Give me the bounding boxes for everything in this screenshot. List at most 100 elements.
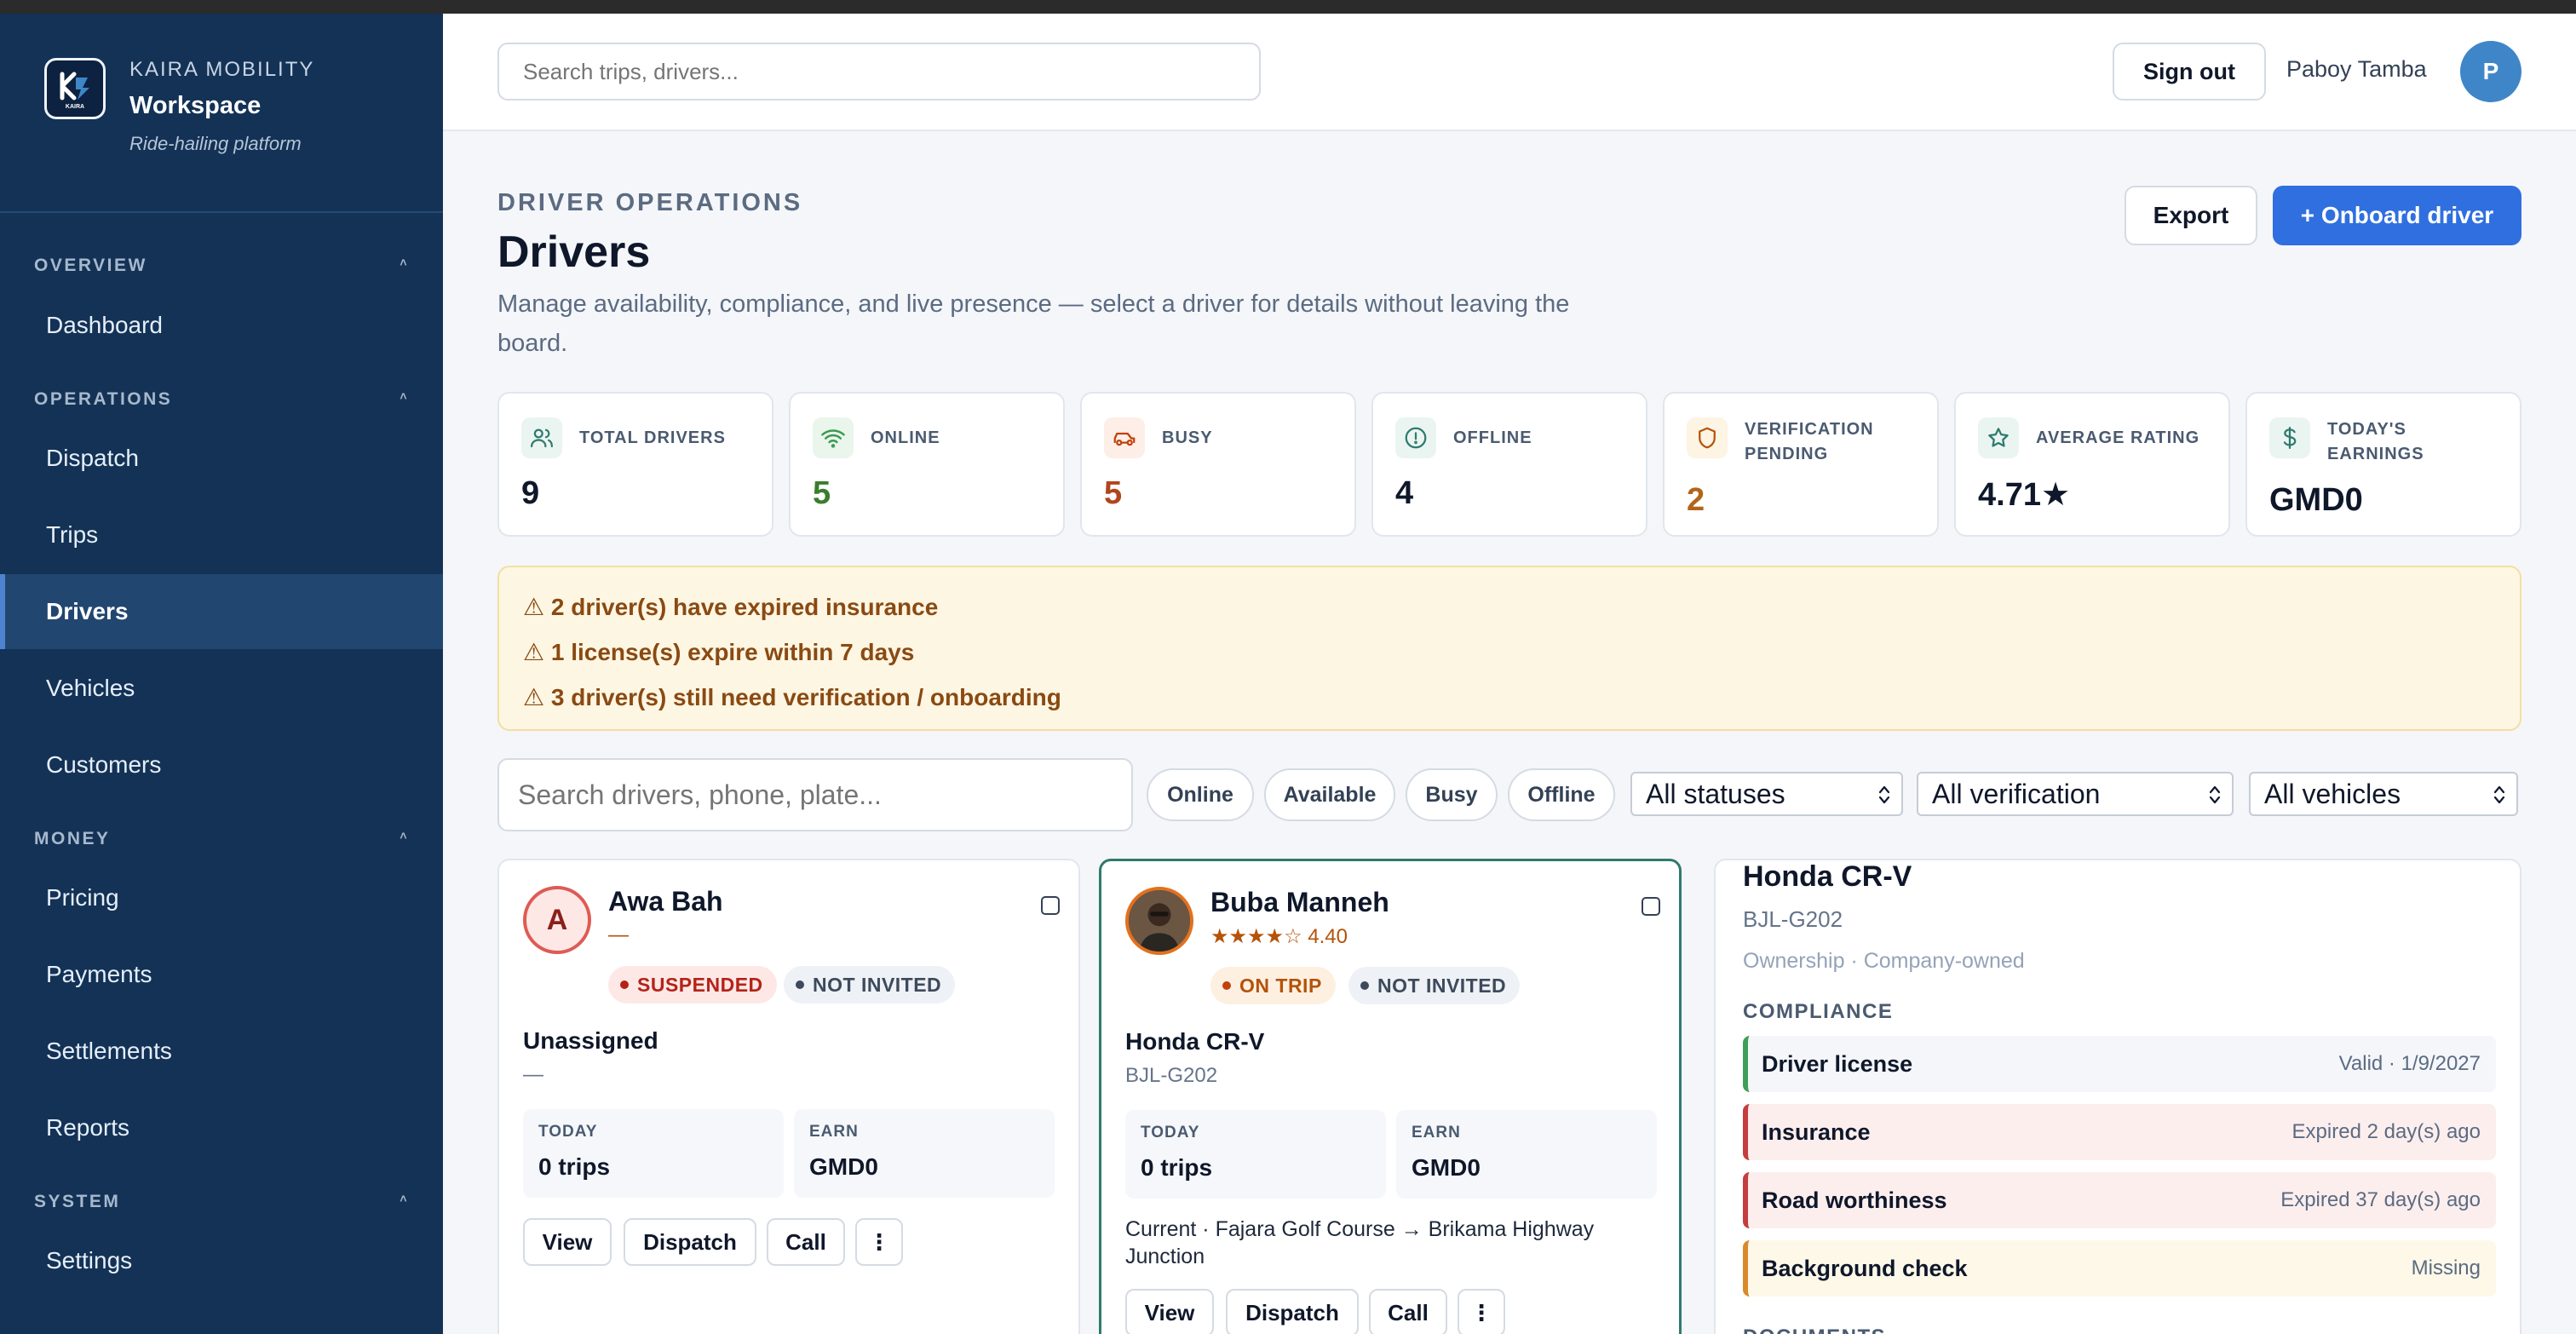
sidebar: KAIRA KAIRA MOBILITY Workspace Ride-hail… <box>0 14 443 1334</box>
filter-chip-available[interactable]: Available <box>1264 768 1395 821</box>
onboard-driver-button[interactable]: + Onboard driver <box>2273 186 2521 245</box>
select-value: All statuses <box>1646 778 1785 809</box>
view-button[interactable]: View <box>1125 1289 1214 1334</box>
compliance-row-road-worthiness[interactable]: Road worthiness Expired 37 day(s) ago <box>1743 1172 2496 1228</box>
assigned-vehicle: Unassigned <box>523 1027 658 1054</box>
invite-badge-label: NOT INVITED <box>813 973 942 996</box>
sidebar-item-label: Pricing <box>46 884 119 911</box>
select-checkbox[interactable] <box>1041 896 1060 915</box>
stat-online: ONLINE 5 <box>789 392 1065 537</box>
select-arrows-icon <box>2493 785 2505 804</box>
view-button[interactable]: View <box>523 1218 612 1266</box>
filter-chip-offline[interactable]: Offline <box>1508 768 1615 821</box>
brand-tagline: Ride-hailing platform <box>129 133 302 154</box>
sign-out-button[interactable]: Sign out <box>2113 43 2266 101</box>
invite-badge-label: NOT INVITED <box>1377 974 1507 997</box>
user-avatar[interactable]: P <box>2460 41 2521 102</box>
detail-plate: BJL-G202 <box>1743 906 1843 932</box>
compliance-row-background-check[interactable]: Background check Missing <box>1743 1240 2496 1297</box>
brand-logo[interactable]: KAIRA <box>44 58 106 119</box>
compliance-title: Road worthiness <box>1762 1187 1947 1213</box>
vehicle-select[interactable]: All vehicles <box>2249 772 2518 816</box>
driver-avatar-photo <box>1125 887 1193 955</box>
logo-text: KAIRA <box>66 104 84 110</box>
status-dot <box>620 980 629 989</box>
driver-search-input[interactable] <box>497 758 1133 831</box>
assigned-vehicle: Honda CR-V <box>1125 1028 1265 1055</box>
nav-section-money[interactable]: MONEY ˄ <box>34 829 409 849</box>
stat-value: 9 <box>521 475 540 511</box>
sidebar-item-settlements[interactable]: Settlements <box>0 1014 443 1089</box>
stat-label: OFFLINE <box>1453 428 1532 447</box>
collapse-caret-icon[interactable]: ˄ <box>400 829 409 842</box>
driver-card-buba-manneh[interactable]: Buba Manneh ★★★★☆ 4.40 ON TRIP NOT INVIT… <box>1099 859 1682 1334</box>
call-button[interactable]: Call <box>767 1218 845 1266</box>
metric-label: TODAY <box>1141 1124 1200 1141</box>
more-options-icon[interactable]: ⋮ <box>1458 1289 1505 1334</box>
more-options-icon[interactable]: ⋮ <box>855 1218 903 1266</box>
shield-icon <box>1687 417 1728 458</box>
sidebar-item-settings[interactable]: Settings <box>0 1223 443 1298</box>
dollar-icon <box>2269 417 2310 458</box>
nav-section-overview[interactable]: OVERVIEW ˄ <box>34 256 409 276</box>
status-badge: SUSPENDED <box>608 966 777 1003</box>
compliance-title: Background check <box>1762 1255 1968 1281</box>
driver-rating-placeholder: — <box>608 923 629 946</box>
collapse-caret-icon[interactable]: ˄ <box>400 256 409 269</box>
stat-value: 4 <box>1395 475 1414 511</box>
call-button[interactable]: Call <box>1369 1289 1447 1334</box>
driver-photo-icon <box>1129 890 1190 952</box>
status-badge: ON TRIP <box>1210 967 1336 1004</box>
stat-label: AVERAGE RATING <box>2036 428 2200 447</box>
sidebar-item-payments[interactable]: Payments <box>0 937 443 1012</box>
collapse-caret-icon[interactable]: ˄ <box>400 1192 409 1205</box>
sidebar-item-dispatch[interactable]: Dispatch <box>0 421 443 496</box>
export-button[interactable]: Export <box>2125 186 2257 245</box>
filter-chip-online[interactable]: Online <box>1147 768 1254 821</box>
stat-label: TODAY'S EARNINGS <box>2327 420 2424 463</box>
metric-value: GMD0 <box>1412 1154 1481 1181</box>
metric-label: EARN <box>1412 1124 1461 1141</box>
collapse-caret-icon[interactable]: ˄ <box>400 389 409 403</box>
sidebar-item-trips[interactable]: Trips <box>0 497 443 572</box>
rating-stars-icon: ★★★★☆ <box>1210 925 1302 948</box>
invite-badge: NOT INVITED <box>784 966 956 1003</box>
nav-section-system[interactable]: SYSTEM ˄ <box>34 1192 409 1212</box>
sidebar-item-customers[interactable]: Customers <box>0 727 443 802</box>
stat-value: 5 <box>1104 475 1123 511</box>
select-value: All vehicles <box>2264 778 2401 809</box>
detail-vehicle-name: Honda CR-V <box>1743 860 1912 893</box>
compliance-title: Driver license <box>1762 1050 1913 1077</box>
dispatch-button[interactable]: Dispatch <box>1226 1289 1359 1334</box>
compliance-row-driver-license[interactable]: Driver license Valid · 1/9/2027 <box>1743 1036 2496 1092</box>
sidebar-item-dashboard[interactable]: Dashboard <box>0 288 443 363</box>
brand-org-name: KAIRA MOBILITY <box>129 58 315 81</box>
vehicle-plate: — <box>523 1063 543 1086</box>
page-description: Manage availability, compliance, and liv… <box>497 290 1570 357</box>
sidebar-item-pricing[interactable]: Pricing <box>0 860 443 935</box>
global-search-input[interactable] <box>497 43 1261 101</box>
stat-value: 2 <box>1687 482 1705 518</box>
stat-average-rating: AVERAGE RATING 4.71★ <box>1954 392 2230 537</box>
sidebar-item-drivers[interactable]: Drivers <box>0 574 443 649</box>
sidebar-item-reports[interactable]: Reports <box>0 1090 443 1165</box>
stat-value: 4.71★ <box>1978 477 2071 513</box>
user-name: Paboy Tamba <box>2286 56 2427 82</box>
stat-verification-pending: VERIFICATION PENDING 2 <box>1663 392 1939 537</box>
verification-select[interactable]: All verification <box>1917 772 2234 816</box>
select-checkbox[interactable] <box>1642 897 1660 916</box>
brand-workspace: Workspace <box>129 92 262 119</box>
sidebar-item-vehicles[interactable]: Vehicles <box>0 651 443 726</box>
select-arrows-icon <box>1878 785 1890 804</box>
status-select[interactable]: All statuses <box>1630 772 1903 816</box>
users-icon <box>521 417 562 458</box>
filter-chip-busy[interactable]: Busy <box>1406 768 1498 821</box>
compliance-row-insurance[interactable]: Insurance Expired 2 day(s) ago <box>1743 1104 2496 1160</box>
nav-section-operations[interactable]: OPERATIONS ˄ <box>34 389 409 410</box>
status-badge-label: SUSPENDED <box>637 973 763 996</box>
current-trip-route: Current · Fajara Golf Course → Brikama H… <box>1125 1217 1595 1268</box>
driver-name[interactable]: Buba Manneh <box>1210 887 1389 918</box>
driver-name[interactable]: Awa Bah <box>608 886 723 917</box>
dispatch-button[interactable]: Dispatch <box>624 1218 756 1266</box>
driver-card-awa-bah[interactable]: A Awa Bah — SUSPENDED NOT INVITED Unassi… <box>497 859 1080 1334</box>
